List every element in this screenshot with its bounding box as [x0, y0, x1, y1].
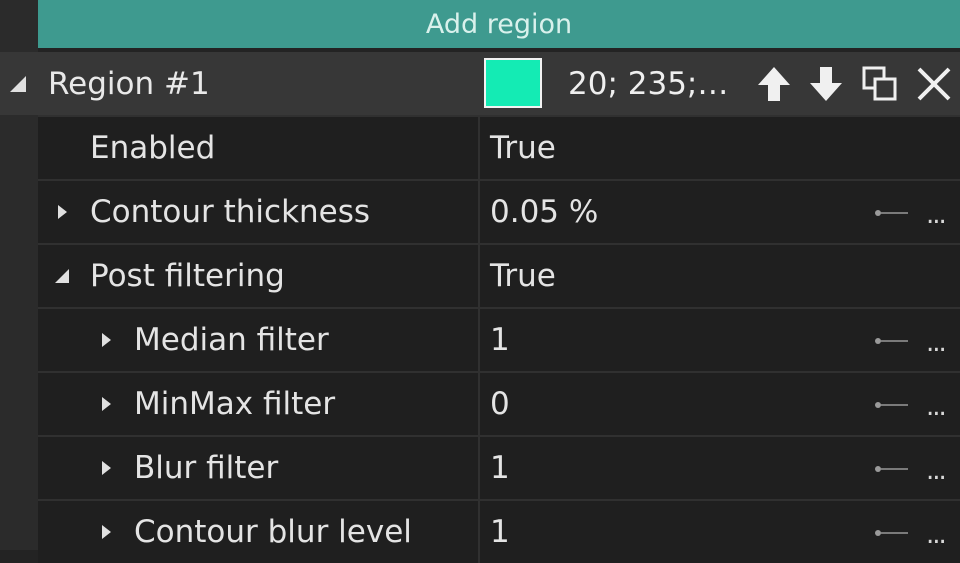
- property-value-cell[interactable]: True: [480, 245, 960, 307]
- collapsed-triangle-icon[interactable]: [96, 330, 116, 350]
- property-row[interactable]: Enabled True: [38, 115, 960, 179]
- property-name-cell: Median filter: [38, 309, 480, 371]
- property-name-cell: Blur filter: [38, 437, 480, 499]
- property-value[interactable]: 1: [490, 510, 510, 554]
- add-region-button[interactable]: Add region: [38, 0, 960, 48]
- property-label: Post filtering: [90, 258, 285, 294]
- expanded-triangle-icon[interactable]: [52, 266, 72, 286]
- property-name-cell: MinMax filter: [38, 373, 480, 435]
- property-value[interactable]: 0: [490, 382, 510, 426]
- more-options-button[interactable]: ...: [926, 323, 956, 363]
- collapsed-triangle-icon[interactable]: [96, 394, 116, 414]
- property-row[interactable]: Post filtering True: [38, 243, 960, 307]
- copy-icon: [862, 66, 897, 101]
- property-row[interactable]: MinMax filter 0...: [38, 371, 960, 435]
- region-title: Region #1: [48, 66, 210, 102]
- property-name-cell: Contour thickness: [38, 181, 480, 243]
- collapsed-triangle-icon[interactable]: [96, 522, 116, 542]
- property-value[interactable]: 1: [490, 446, 510, 490]
- slider-icon[interactable]: [874, 209, 910, 217]
- property-value-cell[interactable]: 1...: [480, 437, 960, 499]
- property-name-cell: Contour blur level: [38, 501, 480, 563]
- property-row[interactable]: Median filter 1...: [38, 307, 960, 371]
- property-value[interactable]: True: [490, 254, 556, 298]
- property-label: Contour blur level: [134, 514, 412, 550]
- region-color-swatch[interactable]: [484, 58, 542, 108]
- collapsed-triangle-icon[interactable]: [52, 202, 72, 222]
- collapsed-triangle-icon[interactable]: [96, 458, 116, 478]
- property-value[interactable]: 0.05 %: [490, 190, 598, 234]
- arrow-down-icon: [810, 67, 842, 101]
- move-down-button[interactable]: [806, 62, 846, 106]
- property-value-cell[interactable]: 0...: [480, 373, 960, 435]
- property-grid: Enabled True Contour thickness 0.05 %... Pos…: [38, 115, 960, 563]
- property-row[interactable]: Contour blur level 1...: [38, 499, 960, 563]
- more-options-button[interactable]: ...: [926, 515, 956, 555]
- property-label: MinMax filter: [134, 386, 336, 422]
- more-options-button[interactable]: ...: [926, 195, 956, 235]
- delete-region-button[interactable]: [914, 62, 954, 106]
- close-icon: [917, 67, 951, 101]
- duplicate-button[interactable]: [860, 62, 900, 106]
- slider-icon[interactable]: [874, 465, 910, 473]
- expanded-triangle-icon[interactable]: [8, 74, 28, 94]
- arrow-up-icon: [758, 67, 790, 101]
- more-options-button[interactable]: ...: [926, 387, 956, 427]
- property-value[interactable]: 1: [490, 318, 510, 362]
- property-value-cell[interactable]: 1...: [480, 501, 960, 563]
- property-value[interactable]: True: [490, 126, 556, 170]
- property-name-cell: Enabled: [38, 117, 480, 179]
- property-label: Contour thickness: [90, 194, 371, 230]
- property-label: Median filter: [134, 322, 329, 358]
- property-row[interactable]: Contour thickness 0.05 %...: [38, 179, 960, 243]
- move-up-button[interactable]: [754, 62, 794, 106]
- more-options-button[interactable]: ...: [926, 451, 956, 491]
- property-value-cell[interactable]: 0.05 %...: [480, 181, 960, 243]
- property-value-cell[interactable]: True: [480, 117, 960, 179]
- region-color-value: 20; 235;…: [568, 66, 729, 102]
- property-label: Enabled: [90, 130, 216, 166]
- property-value-cell[interactable]: 1...: [480, 309, 960, 371]
- slider-icon[interactable]: [874, 337, 910, 345]
- slider-icon[interactable]: [874, 401, 910, 409]
- property-name-cell: Post filtering: [38, 245, 480, 307]
- property-row[interactable]: Blur filter 1...: [38, 435, 960, 499]
- slider-icon[interactable]: [874, 529, 910, 537]
- property-label: Blur filter: [134, 450, 279, 486]
